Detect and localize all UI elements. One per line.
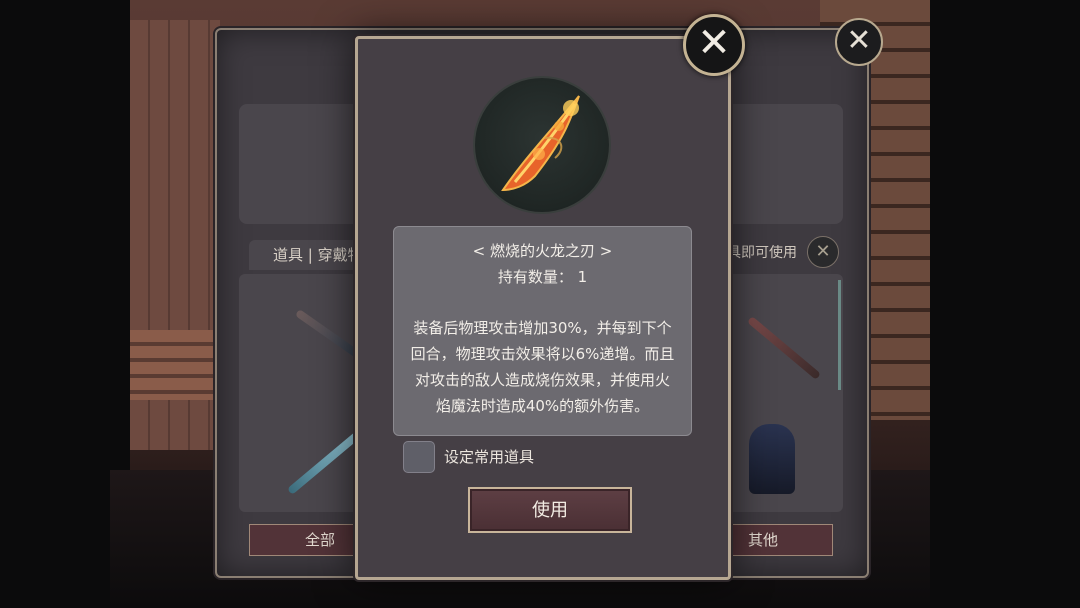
flame-dragon-blade-icon [475,78,609,212]
close-icon[interactable]: ✕ [683,14,745,76]
game-scene: 道具保管箱 道具 | 穿戴物品 道具即可使用 ✕ 全部 其他 ✕ < 燃烧的火龙… [0,0,1080,608]
storage-scrollbar[interactable] [838,280,841,390]
favorite-checkbox[interactable] [403,441,435,473]
item-count-value: 1 [577,268,588,286]
favorite-label: 设定常用道具 [444,448,535,466]
use-button[interactable]: 使用 [468,487,632,533]
item-description-box: < 燃烧的火龙之刃 > 持有数量： 1 装备后物理攻击增加30%，并每到下个回合… [393,226,692,436]
item-ice-blade-icon[interactable] [286,431,362,495]
item-staff-icon[interactable] [746,316,822,380]
item-count-label: 持有数量： [497,268,573,286]
room-stairs [130,330,220,400]
close-icon[interactable]: ✕ [807,236,839,268]
item-name: < 燃烧的火龙之刃 > [472,242,613,260]
item-armor-icon[interactable] [749,424,795,494]
item-count-row: 持有数量： 1 [394,265,691,289]
item-description: 装备后物理攻击增加30%，并每到下个回合，物理攻击效果将以6%递增。而且对攻击的… [410,319,675,415]
close-icon[interactable]: ✕ [835,18,883,66]
